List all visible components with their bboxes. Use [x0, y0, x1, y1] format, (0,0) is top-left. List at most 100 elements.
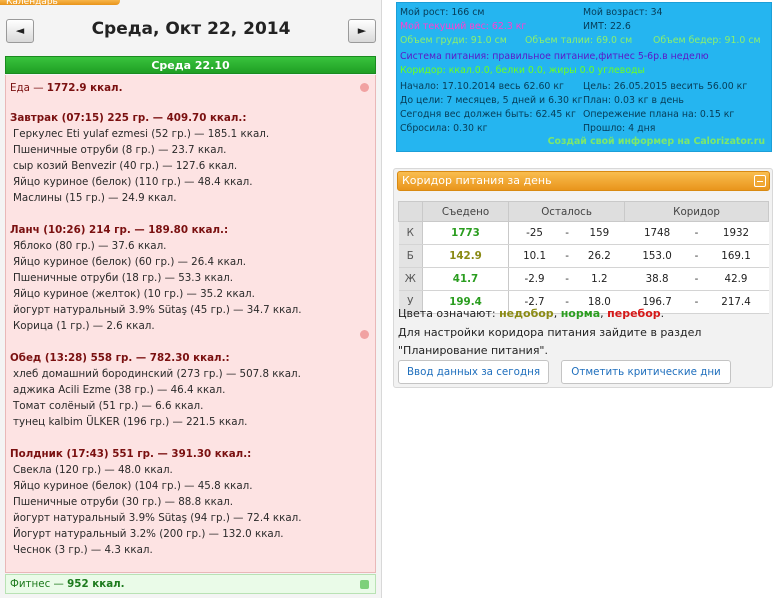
food-item[interactable]: Томат солёный (51 гр.) — 6.6 ккал.: [10, 398, 371, 414]
corridor-col-eaten: Съедено: [422, 201, 509, 222]
food-item[interactable]: Чеснок (3 гр.) — 4.3 ккал.: [10, 542, 371, 558]
color-legend: Цвета означают: недобор, норма, перебор.: [398, 306, 664, 322]
food-total-label: Еда —: [10, 82, 47, 94]
corridor-dash: -: [689, 267, 704, 291]
next-day-button[interactable]: ►: [348, 19, 376, 43]
corridor-title: Коридор питания за день: [402, 174, 552, 187]
fitness-value: 952 ккал.: [67, 578, 125, 590]
food-item[interactable]: хлеб домашний бородинский (273 гр.) — 50…: [10, 366, 371, 382]
mark-critical-days-button[interactable]: Отметить критические дни: [561, 360, 731, 384]
day-header: Среда 22.10: [5, 56, 376, 74]
legend-nedobor: недобор: [499, 307, 554, 320]
food-item[interactable]: Пшеничные отруби (18 гр.) — 53.3 ккал.: [10, 270, 371, 286]
corridor-eaten-value: 1773: [422, 221, 509, 245]
food-item[interactable]: Геркулес Eti yulaf ezmesi (52 гр.) — 185…: [10, 126, 371, 142]
food-item[interactable]: Яйцо куриное (желток) (10 гр.) — 35.2 кк…: [10, 286, 371, 302]
profile-passed: Прошло: 4 дня: [583, 123, 656, 134]
corridor-row: Ж 41.7 -2.9-1.2 38.8-42.9: [398, 267, 769, 291]
apple-icon: [360, 330, 369, 339]
food-item[interactable]: Яйцо куриное (белок) (60 гр.) — 26.4 кка…: [10, 254, 371, 270]
corridor-info-line1: Для настройки коридора питания зайдите в…: [398, 326, 702, 339]
meal-title[interactable]: Полдник (17:43) 551 гр. — 391.30 ккал.:: [10, 446, 371, 462]
corridor-range-from: 1748: [624, 221, 690, 245]
corridor-dash: -: [689, 221, 704, 245]
meal-block: Ланч (10:26) 214 гр. — 189.80 ккал.: Ябло…: [10, 222, 371, 334]
food-item[interactable]: йогурт натуральный 3.9% Sütaş (94 гр.) —…: [10, 510, 371, 526]
food-item[interactable]: йогурт натуральный 3.9% Sütaş (45 гр.) —…: [10, 302, 371, 318]
corridor-left-to: 1.2: [574, 267, 625, 291]
informer-link[interactable]: Создай свой информер на Calorizator.ru: [548, 136, 765, 148]
corridor-eaten-value: 41.7: [422, 267, 509, 291]
date-title: Среда, Окт 22, 2014: [91, 19, 291, 39]
corridor-col-left: Осталось: [507, 201, 626, 222]
profile-lost: Сбросила: 0.30 кг: [400, 123, 488, 134]
corridor-dash: -: [560, 221, 575, 245]
food-item[interactable]: Свекла (120 гр.) — 48.0 ккал.: [10, 462, 371, 478]
profile-hips: Объем бедер: 91.0 см: [653, 35, 761, 46]
corridor-range-to: 42.9: [703, 267, 769, 291]
corridor-header: Коридор питания за день: [397, 171, 770, 191]
corridor-left-to: 26.2: [574, 244, 625, 268]
food-item[interactable]: Маслины (15 гр.) — 24.9 ккал.: [10, 190, 371, 206]
food-total: Еда — 1772.9 ккал.: [10, 80, 371, 96]
profile-weight: Мой текущий вес: 62.3 кг: [400, 21, 527, 32]
food-item[interactable]: Яйцо куриное (белок) (110 гр.) — 48.4 кк…: [10, 174, 371, 190]
corridor-row-label: Ж: [398, 267, 423, 291]
corridor-header-row: Съедено Осталось Коридор: [398, 201, 769, 222]
diary-panel: Календарь ◄ Среда, Окт 22, 2014 ► Среда …: [0, 0, 382, 598]
corridor-range-to: 1932: [703, 221, 769, 245]
meal-list: Завтрак (07:15) 225 гр. — 409.70 ккал.: Г…: [10, 110, 371, 558]
food-item[interactable]: Яблоко (80 гр.) — 37.6 ккал.: [10, 238, 371, 254]
corridor-body: К 1773 -25-159 1748-1932 Б 142.9 10.1-26.2 153.…: [398, 221, 769, 314]
profile-corridor: Коридор: ккал.0.0, белки 0.0, жиры 0.0 у…: [400, 65, 645, 76]
food-item[interactable]: Яйцо куриное (белок) (104 гр.) — 45.8 кк…: [10, 478, 371, 494]
meal-block: Завтрак (07:15) 225 гр. — 409.70 ккал.: Г…: [10, 110, 371, 206]
meal-title[interactable]: Завтрак (07:15) 225 гр. — 409.70 ккал.:: [10, 110, 371, 126]
corridor-range-from: 153.0: [624, 244, 690, 268]
food-item[interactable]: сыр козий Benvezir (40 гр.) — 127.6 ккал…: [10, 158, 371, 174]
corridor-dash: -: [689, 244, 704, 268]
legend-prefix: Цвета означают:: [398, 307, 500, 320]
food-item[interactable]: Корица (1 гр.) — 2.6 ккал.: [10, 318, 371, 334]
date-navigator: ◄ Среда, Окт 22, 2014 ►: [6, 14, 376, 46]
meal-block: Полдник (17:43) 551 гр. — 391.30 ккал.: С…: [10, 446, 371, 558]
legend-norma: норма: [560, 307, 601, 320]
fitness-total: Фитнес — 952 ккал.: [5, 574, 376, 594]
meal-title[interactable]: Обед (13:28) 558 гр. — 782.30 ккал.:: [10, 350, 371, 366]
profile-ahead: Опережение плана на: 0.15 кг: [583, 109, 735, 120]
food-item[interactable]: Пшеничные отруби (8 гр.) — 23.7 ккал.: [10, 142, 371, 158]
corridor-col-empty: [398, 201, 423, 222]
corridor-eaten-value: 142.9: [422, 244, 509, 268]
profile-plan: План: 0.03 кг в день: [583, 95, 684, 106]
food-item[interactable]: аджика Acili Ezme (38 гр.) — 46.4 ккал.: [10, 382, 371, 398]
input-today-button[interactable]: Ввод данных за сегодня: [398, 360, 549, 384]
corridor-row-label: К: [398, 221, 423, 245]
food-diary: Еда — 1772.9 ккал. Завтрак (07:15) 225 г…: [5, 75, 376, 573]
food-item[interactable]: Пшеничные отруби (30 гр.) — 88.8 ккал.: [10, 494, 371, 510]
profile-waist: Объем талии: 69.0 см: [525, 35, 633, 46]
profile-informer[interactable]: Мой рост: 166 см Мой возраст: 34 Мой тек…: [396, 2, 772, 152]
corridor-dash: -: [560, 244, 575, 268]
legend-sep: ,: [553, 307, 561, 320]
food-item[interactable]: Йогурт натуральный 3.2% (200 гр.) — 132.…: [10, 526, 371, 542]
profile-chest: Объем груди: 91.0 см: [400, 35, 507, 46]
corridor-range-from: 38.8: [624, 267, 690, 291]
corridor-left-from: -2.9: [508, 267, 561, 291]
corridor-row: Б 142.9 10.1-26.2 153.0-169.1: [398, 244, 769, 268]
prev-day-button[interactable]: ◄: [6, 19, 34, 43]
food-item[interactable]: тунец kalbim ÜLKER (196 гр.) — 221.5 кка…: [10, 414, 371, 430]
corridor-range-to: 217.4: [703, 290, 769, 314]
corridor-left-from: -25: [508, 221, 561, 245]
corridor-row: К 1773 -25-159 1748-1932: [398, 221, 769, 245]
meal-title[interactable]: Ланч (10:26) 214 гр. — 189.80 ккал.:: [10, 222, 371, 238]
profile-today-should: Сегодня вес должен быть: 62.45 кг: [400, 109, 576, 120]
profile-height: Мой рост: 166 см: [400, 7, 485, 18]
corridor-row-label: Б: [398, 244, 423, 268]
running-icon: [360, 580, 369, 589]
collapse-icon[interactable]: [754, 175, 766, 187]
calendar-tab[interactable]: Календарь: [0, 0, 120, 5]
corridor-range-to: 169.1: [703, 244, 769, 268]
profile-age: Мой возраст: 34: [583, 7, 663, 18]
meal-block: Обед (13:28) 558 гр. — 782.30 ккал.: хлеб…: [10, 350, 371, 430]
corridor-widget: Коридор питания за день Съедено Осталось…: [393, 168, 773, 388]
